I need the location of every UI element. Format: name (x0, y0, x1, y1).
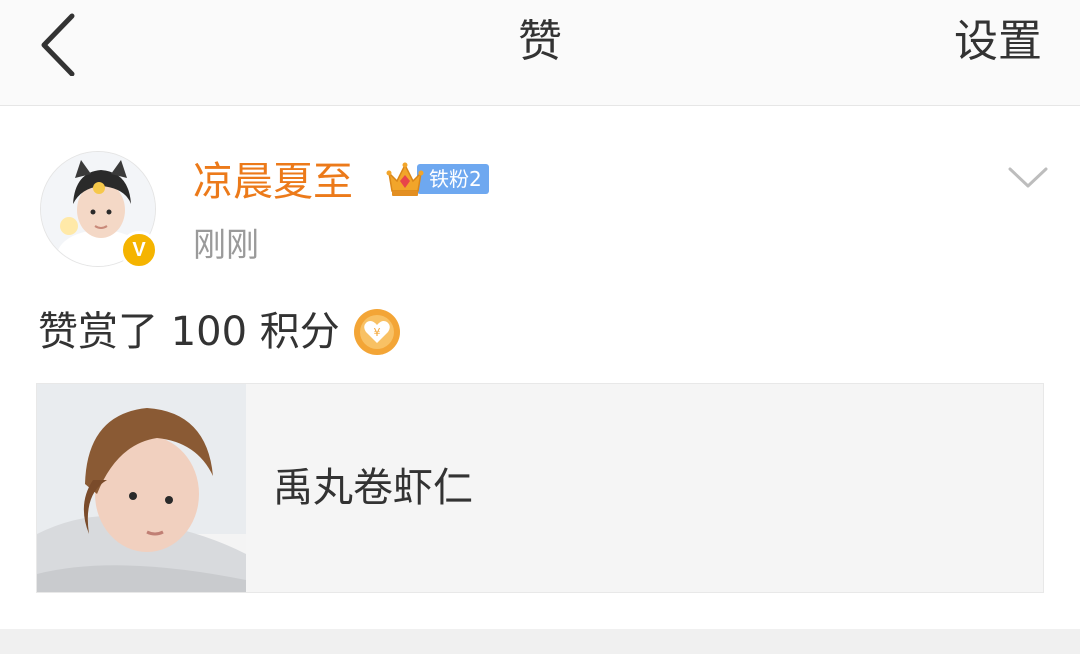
back-button[interactable] (30, 10, 90, 76)
fan-badge-label: 铁粉2 (417, 164, 489, 194)
card-title: 禹丸卷虾仁 (273, 465, 473, 511)
settings-button[interactable]: 设置 (954, 0, 1042, 84)
post-timestamp: 刚刚 (193, 225, 259, 264)
post-text: 赞赏了 100 积分 ¥ (38, 309, 400, 355)
chevron-down-icon (1008, 167, 1048, 188)
user-avatar-container[interactable]: V (40, 151, 158, 269)
chevron-left-icon (41, 13, 75, 76)
user-name[interactable]: 凉晨夏至 (193, 157, 353, 207)
thumbnail-image (37, 384, 246, 592)
notification-post: V 凉晨夏至 铁粉2 刚刚 赞赏了 100 积分 ¥ 禹丸卷虾仁 (0, 107, 1080, 629)
top-navigation-bar: 赞 设置 (0, 0, 1080, 106)
heart-coin-icon: ¥ (353, 309, 400, 355)
coin-symbol: ¥ (373, 326, 380, 339)
heart-coin-graphic: ¥ (354, 310, 399, 354)
crown-icon (386, 162, 424, 196)
verified-v-icon: V (120, 231, 158, 269)
fan-level-badge[interactable]: 铁粉2 (385, 159, 489, 199)
card-thumbnail (37, 384, 246, 592)
liked-post-card[interactable]: 禹丸卷虾仁 (36, 383, 1044, 593)
page-title: 赞 (518, 16, 562, 67)
section-divider (0, 629, 1080, 654)
post-menu-button[interactable] (1006, 163, 1050, 193)
post-text-content: 赞赏了 100 积分 (38, 309, 340, 355)
